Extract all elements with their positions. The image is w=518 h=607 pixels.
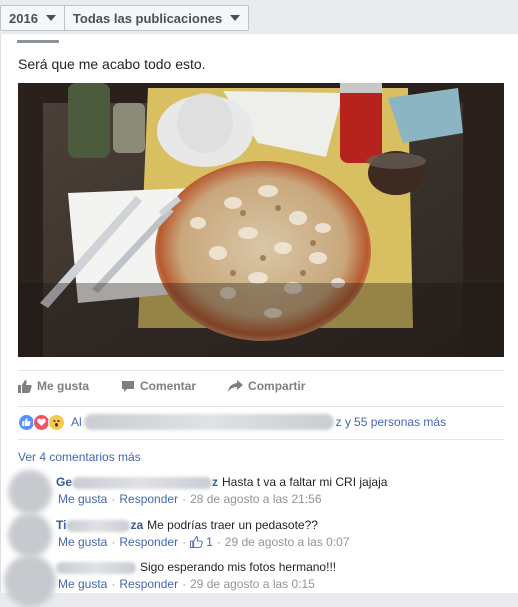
comment-like-link[interactable]: Me gusta	[58, 492, 107, 506]
reactions-text: Al z y 55 personas más	[71, 414, 446, 430]
post-text: Será que me acabo todo esto.	[18, 56, 206, 72]
comment-like-count[interactable]: 1	[190, 535, 213, 549]
post-photo[interactable]	[18, 83, 504, 357]
header-divider	[17, 40, 59, 43]
author-name-end: za	[130, 518, 144, 532]
like-label: Me gusta	[37, 379, 90, 393]
separator: ·	[182, 492, 187, 506]
comment-meta: Me gusta · Responder · 28 de agosto a la…	[58, 492, 322, 506]
comment-author[interactable]	[56, 560, 136, 574]
author-name-end: z	[212, 475, 219, 489]
comment-label: Comentar	[140, 379, 197, 393]
comment-reply-link[interactable]: Responder	[119, 577, 178, 591]
comment-button[interactable]: Comentar	[121, 379, 196, 393]
chevron-down-icon	[230, 15, 241, 21]
chevron-down-icon	[45, 15, 56, 21]
like-button[interactable]: Me gusta	[18, 379, 89, 393]
comment-like-link[interactable]: Me gusta	[58, 577, 107, 591]
filter-controls: 2016 Todas las publicaciones	[0, 5, 250, 31]
reaction-name-suffix: z y	[335, 415, 352, 429]
comment-meta: Me gusta · Responder · 29 de agosto a la…	[58, 577, 315, 591]
comment-like-link[interactable]: Me gusta	[58, 535, 107, 549]
comment-reply-link[interactable]: Responder	[119, 492, 178, 506]
comment-icon	[122, 380, 135, 392]
comment-meta: Me gusta · Responder · 1 · 29 de agosto …	[58, 535, 350, 549]
avatar[interactable]	[8, 470, 52, 514]
post-card: Será que me acabo todo esto. Me gusta Co…	[0, 34, 518, 607]
view-more-comments-link[interactable]: Ver 4 comentarios más	[18, 450, 141, 464]
blurred-author	[72, 476, 213, 489]
scope-dropdown[interactable]: Todas las publicaciones	[65, 6, 248, 30]
year-dropdown[interactable]: 2016	[1, 6, 65, 30]
post-actions: Me gusta Comentar Compartir	[18, 370, 504, 401]
comment-text: Sigo esperando mis fotos hermano!!!	[140, 560, 337, 574]
pizza-photo	[18, 83, 504, 357]
separator: ·	[111, 535, 116, 549]
comment-line: Ti za Me podrías traer un pedasote??	[56, 518, 318, 532]
like-count-value: 1	[206, 535, 213, 549]
separator: ·	[111, 577, 116, 591]
reaction-others-link[interactable]: 55 personas más	[354, 415, 446, 429]
author-name-start: Ti	[56, 518, 67, 532]
wow-reaction-icon	[48, 413, 65, 431]
comment-author[interactable]: Ti za	[56, 518, 143, 532]
comment-timestamp[interactable]: 28 de agosto a las 21:56	[190, 492, 321, 506]
scope-label: Todas las publicaciones	[72, 10, 223, 26]
comment-author[interactable]: Ge z	[56, 475, 218, 489]
comments-section: Ver 4 comentarios más Ge z Hasta t va a f…	[4, 439, 504, 607]
comment-line: Sigo esperando mis fotos hermano!!!	[56, 560, 336, 574]
comment-line: Ge z Hasta t va a faltar mi CRI jajaja	[56, 475, 387, 489]
comment-text: Me podrías traer un pedasote??	[147, 518, 318, 532]
blurred-names	[83, 414, 334, 430]
comment-item: Ge z Hasta t va a faltar mi CRI jajaja Me…	[8, 470, 504, 514]
separator: ·	[182, 577, 187, 591]
share-icon	[228, 380, 244, 392]
comment-timestamp[interactable]: 29 de agosto a las 0:07	[225, 535, 350, 549]
separator: ·	[111, 492, 116, 506]
comment-text: Hasta t va a faltar mi CRI jajaja	[222, 475, 388, 489]
avatar[interactable]	[4, 555, 56, 607]
comment-reply-link[interactable]: Responder	[119, 535, 178, 549]
year-label: 2016	[9, 10, 38, 26]
separator: ·	[182, 535, 187, 549]
share-label: Compartir	[248, 379, 306, 393]
blurred-author	[56, 561, 136, 574]
filter-bar: 2016 Todas las publicaciones	[0, 0, 518, 34]
comment-timestamp[interactable]: 29 de agosto a las 0:15	[190, 577, 315, 591]
reaction-name-prefix: Al	[71, 415, 82, 429]
avatar[interactable]	[8, 513, 52, 557]
share-button[interactable]: Compartir	[228, 379, 305, 393]
blurred-author	[66, 519, 131, 532]
thumbs-up-icon	[18, 379, 32, 393]
comment-item: Ti za Me podrías traer un pedasote?? Me g…	[8, 513, 504, 557]
author-name-start: Ge	[56, 475, 73, 489]
reactions-summary[interactable]: Al z y 55 personas más	[18, 406, 504, 435]
thumbs-up-icon	[190, 536, 203, 548]
comment-item: Sigo esperando mis fotos hermano!!! Me g…	[4, 555, 504, 607]
separator: ·	[216, 535, 221, 549]
